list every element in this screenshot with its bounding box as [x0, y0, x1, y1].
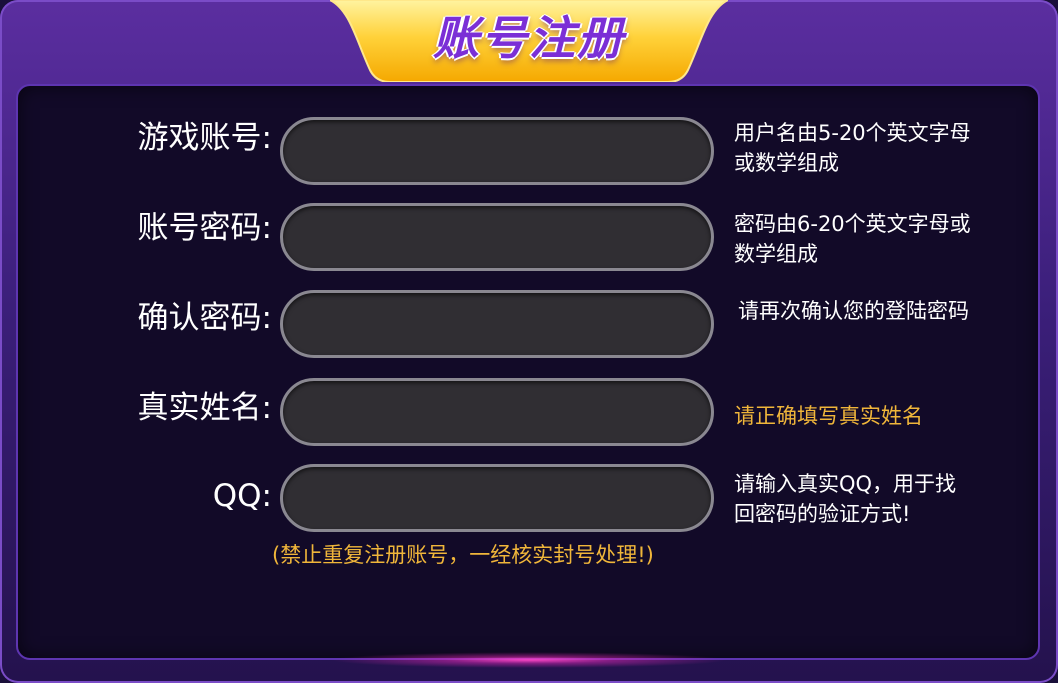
hint-game-account: 用户名由5-20个英文字母或数学组成: [734, 121, 971, 175]
account-password-input[interactable]: [283, 206, 711, 268]
confirm-password-field[interactable]: [280, 290, 714, 358]
duplicate-warning: (禁止重复注册账号，一经核实封号处理!): [272, 543, 654, 567]
hint-qq: 请输入真实QQ，用于找回密码的验证方式!: [734, 472, 957, 526]
account-password-field[interactable]: [280, 203, 714, 271]
bottom-glow: [330, 652, 728, 668]
dialog-title: 账号注册: [433, 11, 625, 65]
qq-field[interactable]: [280, 464, 714, 532]
label-real-name: 真实姓名:: [137, 390, 272, 426]
qq-input[interactable]: [283, 467, 711, 529]
game-account-input[interactable]: [283, 120, 711, 182]
title-banner: 账号注册: [330, 0, 728, 82]
real-name-field[interactable]: [280, 378, 714, 446]
label-confirm-password: 确认密码:: [137, 300, 272, 336]
real-name-input[interactable]: [283, 381, 711, 443]
confirm-password-input[interactable]: [283, 293, 711, 355]
hint-real-name: 请正确填写真实姓名: [734, 404, 923, 428]
label-game-account: 游戏账号:: [137, 120, 272, 156]
hint-account-password: 密码由6-20个英文字母或数学组成: [734, 212, 971, 266]
label-qq: QQ:: [212, 478, 272, 514]
hint-confirm-password: 请再次确认您的登陆密码: [738, 299, 969, 323]
label-account-password: 账号密码:: [137, 210, 272, 246]
game-account-field[interactable]: [280, 117, 714, 185]
